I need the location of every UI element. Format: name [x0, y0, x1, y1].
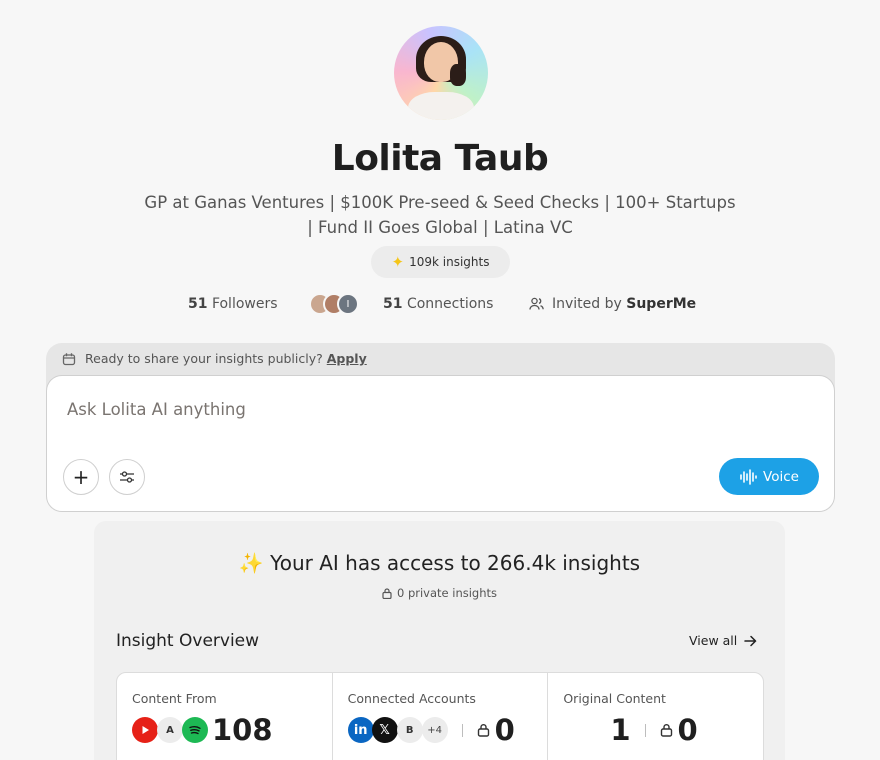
insights-badge[interactable]: ✦ 109k insights — [371, 246, 510, 278]
view-all-label: View all — [689, 633, 738, 648]
insights-card: ✨ Your AI has access to 266.4k insights … — [94, 521, 785, 760]
connections-avatars[interactable]: I — [309, 293, 371, 317]
apply-link[interactable]: Apply — [327, 351, 367, 366]
connected-accounts-label: Connected Accounts — [347, 691, 476, 706]
profile-avatar — [394, 26, 488, 120]
content-from-label: Content From — [132, 691, 217, 706]
youtube-icon — [132, 717, 158, 743]
sparkles-icon: ✨ — [238, 551, 264, 575]
followers-count: 51 — [188, 296, 208, 312]
voice-button[interactable]: Voice — [719, 458, 819, 495]
ask-panel: Ready to share your insights publicly? A… — [46, 343, 835, 512]
linkedin-icon: in — [347, 717, 374, 743]
profile-name: Lolita Taub — [331, 138, 549, 179]
insights-headline: ✨ Your AI has access to 266.4k insights — [94, 551, 785, 575]
private-insights: 0 private insights — [94, 586, 785, 600]
add-button[interactable]: + — [63, 459, 99, 495]
sparkle-icon: ✦ — [391, 253, 405, 271]
invited-by-prefix: Invited by — [552, 296, 622, 312]
connected-accounts-private-value: 0 — [494, 712, 515, 747]
insights-headline-text: Your AI has access to 266.4k insights — [270, 551, 641, 575]
original-content-private-value: 0 — [677, 712, 698, 747]
profile-bio: GP at Ganas Ventures | $100K Pre-seed & … — [140, 190, 740, 240]
private-insights-label: 0 private insights — [396, 586, 498, 600]
insight-overview-title: Insight Overview — [116, 631, 260, 651]
voice-label: Voice — [763, 468, 799, 485]
original-content-label: Original Content — [563, 691, 666, 706]
connections-count: 51 — [383, 296, 403, 312]
x-icon: 𝕏 — [371, 717, 398, 743]
account-b-icon: B — [396, 717, 423, 743]
followers-label: Followers — [211, 296, 278, 312]
voice-wave-icon — [740, 468, 757, 485]
plus-icon: + — [72, 465, 90, 489]
settings-button[interactable] — [109, 459, 145, 495]
original-content-value: 1 — [610, 712, 631, 747]
users-icon — [529, 297, 544, 310]
arrow-right-icon — [744, 635, 757, 646]
connections-link[interactable]: 51 Connections — [383, 296, 493, 312]
share-banner: Ready to share your insights publicly? A… — [62, 351, 367, 366]
insights-badge-label: 109k insights — [409, 255, 490, 269]
sliders-icon — [120, 471, 134, 483]
chat-input-placeholder[interactable]: Ask Lolita AI anything — [67, 400, 246, 419]
lock-icon — [477, 724, 489, 737]
spotify-icon — [182, 717, 208, 743]
share-banner-text: Ready to share your insights publicly? — [85, 351, 323, 366]
avatar: I — [337, 293, 359, 315]
lock-icon — [660, 724, 672, 737]
invited-by[interactable]: Invited by SuperMe — [529, 296, 696, 312]
divider — [644, 723, 646, 737]
content-from-value: 108 — [212, 712, 273, 747]
connected-accounts-card[interactable]: Connected Accounts in 𝕏 B +4 0 — [333, 673, 549, 760]
chat-input-box[interactable]: Ask Lolita AI anything + Voice — [46, 375, 835, 512]
profile-stats: 51 Followers I 51 Connections Invited by… — [0, 293, 880, 317]
view-all-link[interactable]: View all — [689, 633, 757, 648]
lock-icon — [382, 587, 392, 599]
source-a-icon: A — [157, 717, 183, 743]
content-from-card[interactable]: Content From A 108 — [117, 673, 333, 760]
more-accounts-badge: +4 — [421, 717, 448, 743]
insight-overview-grid: Content From A 108 Connected Accounts in… — [116, 672, 764, 760]
followers-link[interactable]: 51 Followers — [188, 296, 278, 312]
bio-line-2: | Fund II Goes Global | Latina VC — [307, 218, 573, 237]
divider — [461, 723, 463, 737]
bio-line-1: GP at Ganas Ventures | $100K Pre-seed & … — [144, 193, 736, 212]
invited-by-name: SuperMe — [626, 296, 697, 312]
calendar-icon — [62, 352, 76, 365]
connections-label: Connections — [406, 296, 494, 312]
original-content-card[interactable]: Original Content 1 0 — [548, 673, 763, 760]
